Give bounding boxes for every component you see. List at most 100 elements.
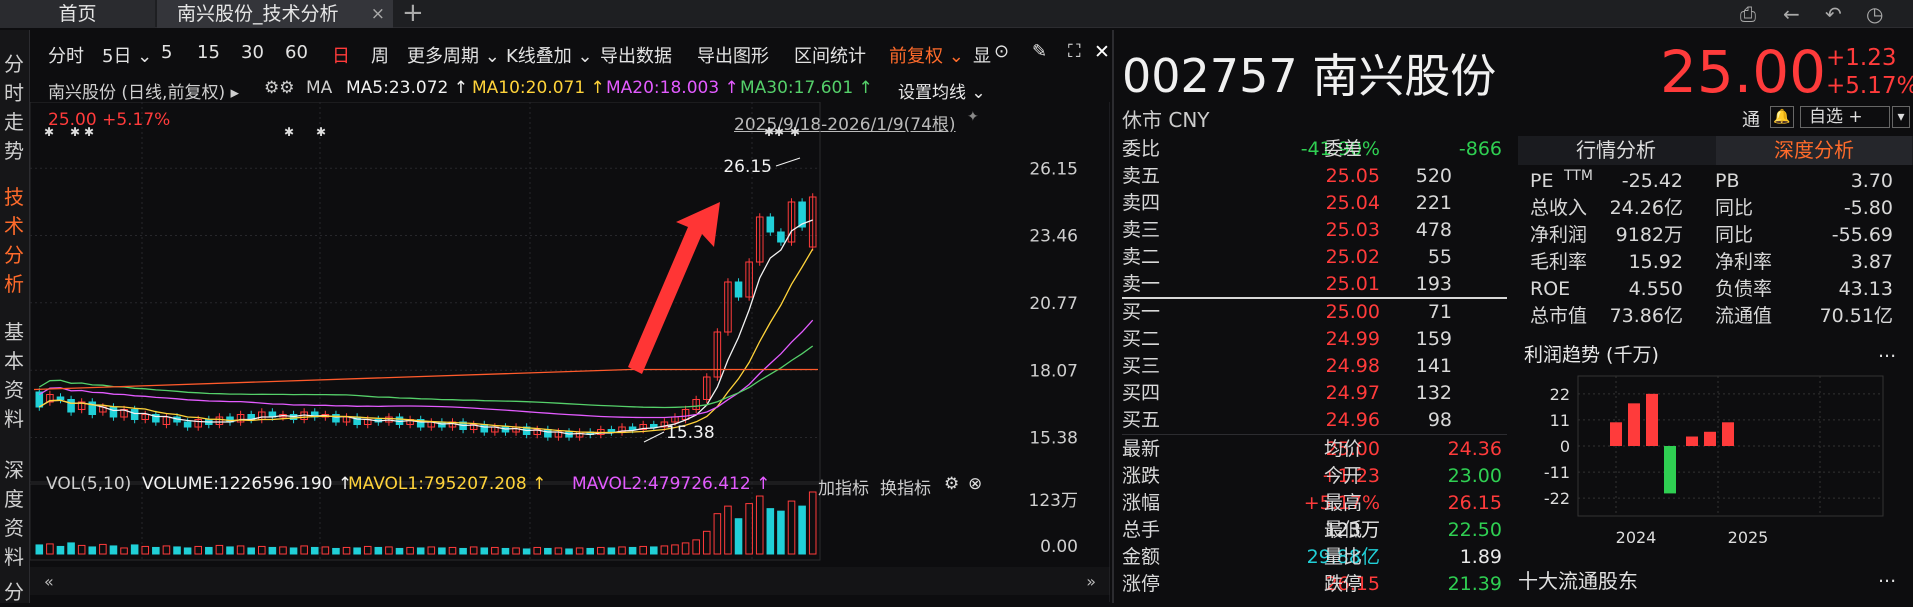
sidebar-item-1[interactable]: 技术分析: [0, 183, 28, 299]
ask-price: 25.04: [1325, 192, 1380, 214]
detail-row: 最新 25.00 均价 24.36: [1122, 436, 1512, 463]
event-marker-icon[interactable]: ✱: [44, 125, 54, 139]
ma10-value: MA10:20.071 ↑: [472, 78, 605, 98]
profit-more-button[interactable]: ...: [1878, 340, 1896, 362]
toolbar-item-14[interactable]: 显: [973, 42, 991, 68]
sidebar-item-0[interactable]: 分时走势: [0, 50, 28, 166]
volume-bar: [205, 546, 213, 555]
tab-depth-analysis[interactable]: 深度分析: [1716, 136, 1912, 165]
history-icon[interactable]: ◷: [1866, 0, 1883, 28]
toolbar-item-6[interactable]: 日: [332, 42, 350, 68]
volume-bar: [77, 544, 86, 555]
toolbar-item-2[interactable]: 5: [161, 42, 172, 63]
bell-icon[interactable]: 🔔: [1770, 106, 1794, 128]
kline-chart[interactable]: 26.1523.4620.7718.0715.38123万0.001011122…: [30, 102, 1110, 603]
toolbar-item-7[interactable]: 周: [371, 42, 389, 68]
detail-label: 总手: [1122, 519, 1161, 541]
toolbar-item-10[interactable]: 导出数据: [600, 42, 672, 68]
calendar-icon[interactable]: ⎙: [1740, 0, 1756, 28]
stats-value: -55.69: [1831, 224, 1893, 246]
toolbar-item-9[interactable]: K线叠加 ⌄: [506, 42, 593, 68]
price-tick-label: 20.77: [1029, 294, 1078, 314]
ma-label: MA: [306, 78, 333, 98]
candle: [607, 429, 616, 433]
event-marker-icon[interactable]: ✱: [316, 125, 326, 139]
gear-icon[interactable]: ⚙: [944, 474, 959, 494]
back-icon[interactable]: ←: [1783, 0, 1800, 28]
toolbar-item-5[interactable]: 60: [285, 42, 308, 63]
undo-icon[interactable]: ↶: [1825, 0, 1842, 28]
toolbar-item-1[interactable]: 5日 ⌄: [102, 42, 152, 68]
close-icon[interactable]: ×: [371, 0, 385, 28]
scroll-right-icon[interactable]: »: [1086, 572, 1096, 591]
event-marker-icon[interactable]: ✱: [84, 125, 94, 139]
tab-technical-analysis[interactable]: 南兴股份_技术分析 ×: [157, 0, 393, 28]
bid-label: 买五: [1122, 409, 1161, 431]
close-icon[interactable]: ⊗: [968, 474, 982, 494]
stats-value: 70.51亿: [1819, 305, 1893, 327]
toolbar-item-11[interactable]: 导出图形: [697, 42, 769, 68]
gear-icon[interactable]: ⚙⚙: [264, 78, 294, 98]
holders-more-button[interactable]: ...: [1878, 565, 1896, 587]
toolbar-item-4[interactable]: 30: [241, 42, 264, 63]
brush-icon[interactable]: ✎: [1032, 41, 1047, 62]
scroll-left-icon[interactable]: «: [44, 572, 54, 591]
volume-bar: [628, 546, 637, 555]
mavol1-value: MAVOL1:795207.208 ↑: [348, 474, 547, 494]
stats-value: 3.87: [1850, 251, 1893, 273]
toolbar-item-8[interactable]: 更多周期 ⌄: [407, 42, 500, 68]
volume-bar: [321, 546, 330, 555]
volume-bar: [99, 543, 107, 555]
swap-indicator-button[interactable]: 换指标: [880, 474, 931, 499]
bid-volume: 98: [1427, 409, 1452, 431]
detail-row: 涨幅 +5.17% 最高 26.15: [1122, 490, 1512, 517]
toolbar-item-3[interactable]: 15: [197, 42, 220, 63]
volume-bar: [649, 546, 658, 555]
stock-name: 南兴股份: [1312, 49, 1497, 103]
chevron-down-icon[interactable]: ▾: [1892, 106, 1910, 128]
profit-tick-label: -11: [1544, 463, 1570, 482]
ask-volume: 520: [1415, 165, 1452, 187]
volume-bar: [808, 491, 817, 555]
market-status: 休市 CNY: [1122, 108, 1210, 132]
add-watchlist-button[interactable]: 自选 +: [1800, 106, 1890, 128]
ma20-value: MA20:18.003 ↑: [606, 78, 739, 98]
bid-volume: 71: [1427, 301, 1452, 323]
add-tab-icon[interactable]: +: [402, 0, 424, 26]
ma10-line: [38, 248, 814, 434]
ask-row: 卖二 25.02 55: [1122, 244, 1512, 271]
ask-row: 卖三 25.03 478: [1122, 217, 1512, 244]
sidebar-char: 势: [4, 139, 24, 163]
profit-x-label: 2024: [1616, 528, 1657, 547]
tab-market-analysis[interactable]: 行情分析: [1518, 136, 1714, 165]
detail-value: 24.36: [1447, 438, 1502, 460]
volume-bar: [332, 547, 340, 555]
ma-settings-button[interactable]: 设置均线 ⌄: [898, 78, 986, 103]
sidebar-item-2[interactable]: 基本资料: [0, 318, 28, 434]
event-marker-icon[interactable]: ✱: [764, 125, 774, 139]
event-marker-icon[interactable]: ✱: [790, 125, 800, 139]
event-marker-icon[interactable]: ✱: [284, 125, 294, 139]
stats-tabs: 行情分析 深度分析: [1518, 136, 1913, 165]
stock-code: 002757: [1122, 49, 1298, 103]
candle: [130, 409, 139, 420]
event-marker-icon[interactable]: ✱: [774, 125, 784, 139]
toolbar-item-12[interactable]: 区间统计: [794, 42, 866, 68]
toolbar-item-13[interactable]: 前复权 ⌄: [889, 42, 964, 68]
detail-label: 涨跌: [1122, 465, 1161, 487]
circle-down-icon[interactable]: ⊙: [994, 41, 1009, 62]
volume-bar: [586, 547, 595, 555]
toolbar-item-0[interactable]: 分时: [48, 42, 84, 68]
stats-label: 流通值: [1715, 305, 1773, 327]
volume-bar: [597, 546, 605, 555]
expand-icon[interactable]: ⛶: [1068, 41, 1081, 62]
detail-label: 跌停: [1324, 573, 1363, 595]
sidebar-item-3[interactable]: 深度资料: [0, 456, 28, 572]
ask-label: 卖一: [1122, 273, 1161, 295]
profit-title: 利润趋势 (千万): [1524, 344, 1659, 366]
tab-home[interactable]: 首页: [0, 0, 155, 28]
add-indicator-button[interactable]: 加指标: [818, 474, 869, 499]
event-marker-icon[interactable]: ✱: [70, 125, 80, 139]
stock-title: 002757 南兴股份: [1122, 40, 1496, 106]
close-icon[interactable]: ✕: [1094, 41, 1110, 63]
